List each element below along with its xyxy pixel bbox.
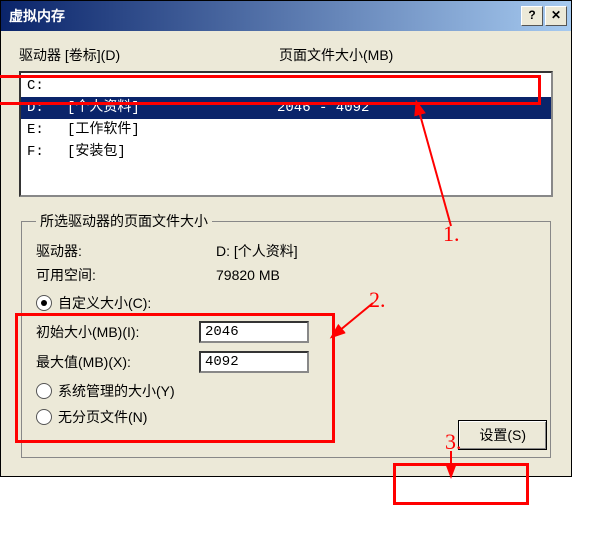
- page-file-size: [277, 75, 545, 97]
- list-item[interactable]: C:: [21, 75, 551, 97]
- radio-label: 自定义大小(C):: [58, 293, 151, 313]
- max-size-label: 最大值(MB)(X):: [36, 352, 191, 372]
- size-column-label: 页面文件大小(MB): [279, 45, 393, 65]
- page-file-size: [277, 141, 545, 163]
- drive-letter: D:: [27, 97, 67, 119]
- volume-label: [个人资料]: [67, 97, 277, 119]
- window-title: 虚拟内存: [9, 6, 65, 26]
- list-header: 驱动器 [卷标](D) 页面文件大小(MB): [19, 45, 553, 65]
- drive-column-label: 驱动器 [卷标](D): [19, 45, 279, 65]
- drive-letter: F:: [27, 141, 67, 163]
- selected-drive-group: 所选驱动器的页面文件大小 驱动器: D: [个人资料] 可用空间: 79820 …: [21, 211, 551, 458]
- set-button[interactable]: 设置(S): [458, 420, 547, 450]
- list-item[interactable]: E: [工作软件]: [21, 119, 551, 141]
- help-button[interactable]: ?: [521, 6, 543, 26]
- volume-label: [67, 75, 277, 97]
- volume-label: [工作软件]: [67, 119, 277, 141]
- list-item[interactable]: F: [安装包]: [21, 141, 551, 163]
- drive-letter: E:: [27, 119, 67, 141]
- group-legend: 所选驱动器的页面文件大小: [36, 211, 212, 231]
- radio-system-managed[interactable]: 系统管理的大小(Y): [36, 381, 536, 401]
- titlebar-buttons: ? ✕: [521, 6, 567, 26]
- close-button[interactable]: ✕: [545, 6, 567, 26]
- list-item[interactable]: D: [个人资料] 2046 - 4092: [21, 97, 551, 119]
- radio-icon: [36, 295, 52, 311]
- drive-letter: C:: [27, 75, 67, 97]
- radio-icon: [36, 383, 52, 399]
- radio-label: 系统管理的大小(Y): [58, 381, 175, 401]
- free-space-value: 79820 MB: [216, 263, 280, 287]
- virtual-memory-dialog: 虚拟内存 ? ✕ 驱动器 [卷标](D) 页面文件大小(MB) C: D: [个…: [0, 0, 572, 477]
- drive-value: D: [个人资料]: [216, 239, 298, 263]
- radio-label: 无分页文件(N): [58, 407, 147, 427]
- max-size-input[interactable]: [199, 351, 309, 373]
- page-file-size: 2046 - 4092: [277, 97, 545, 119]
- dialog-content: 驱动器 [卷标](D) 页面文件大小(MB) C: D: [个人资料] 2046…: [1, 31, 571, 476]
- annotation-box-3: [393, 463, 529, 505]
- drive-listbox[interactable]: C: D: [个人资料] 2046 - 4092 E: [工作软件] F: [安…: [19, 71, 553, 197]
- radio-icon: [36, 409, 52, 425]
- initial-size-label: 初始大小(MB)(I):: [36, 322, 191, 342]
- radio-custom-size[interactable]: 自定义大小(C):: [36, 293, 536, 313]
- titlebar: 虚拟内存 ? ✕: [1, 1, 571, 31]
- page-file-size: [277, 119, 545, 141]
- volume-label: [安装包]: [67, 141, 277, 163]
- initial-size-input[interactable]: [199, 321, 309, 343]
- free-space-label: 可用空间:: [36, 263, 216, 287]
- drive-label: 驱动器:: [36, 239, 216, 263]
